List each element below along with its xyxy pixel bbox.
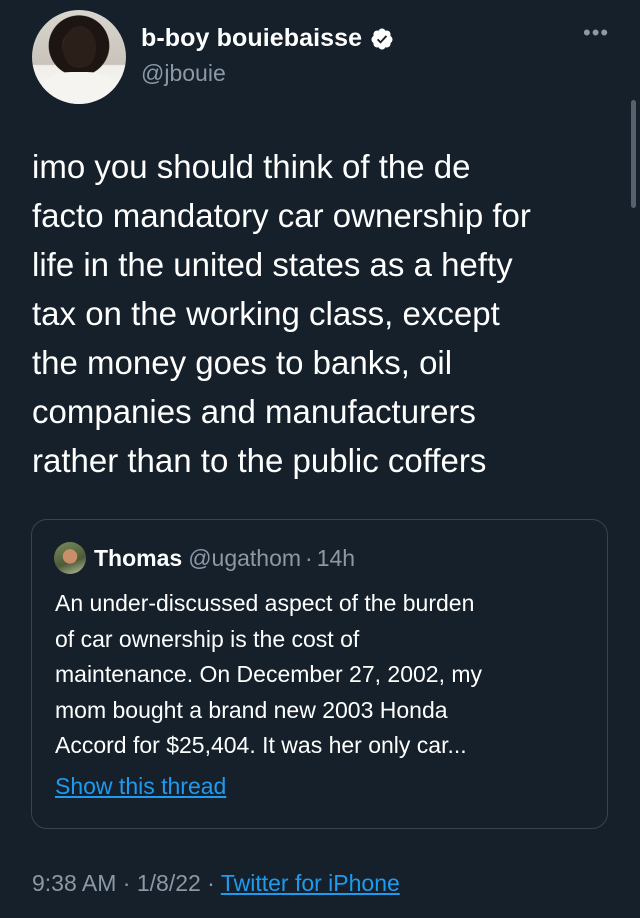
quoted-text-line: Accord for $25,404. It was her only car.… (55, 732, 467, 758)
quoted-text-line: An under-discussed aspect of the burden (55, 590, 475, 616)
author-handle[interactable]: @jbouie (141, 60, 226, 87)
author-avatar[interactable] (32, 10, 126, 104)
tweet-text-line: tax on the working class, except (32, 295, 500, 332)
tweet-text-line: imo you should think of the de (32, 148, 471, 185)
quoted-text-line: of car ownership is the cost of (55, 625, 360, 652)
quoted-author-name: Thomas (94, 544, 183, 571)
tweet-text-line: the money goes to banks, oil (32, 344, 453, 381)
verified-badge-icon (370, 27, 394, 51)
quoted-tweet-card[interactable]: Thomas @ugathom · 14h An under-discussed… (31, 519, 608, 829)
tweet-time: 9:38 AM (32, 870, 117, 896)
separator-dot: · (200, 870, 221, 896)
tweet-text-line: companies and manufacturers (32, 393, 476, 430)
quoted-author-handle: @ugathom (188, 544, 302, 571)
author-name-row: b-boy bouiebaisse (141, 24, 394, 53)
quoted-text-line: mom bought a brand new 2003 Honda (55, 696, 448, 723)
quoted-tweet-text: An under-discussed aspect of the burden … (55, 586, 595, 764)
separator-dot: · (305, 544, 313, 571)
quoted-text-line: maintenance. On December 27, 2002, my (55, 661, 483, 687)
tweet-detail: b-boy bouiebaisse @jbouie ••• imo you sh… (0, 0, 640, 918)
author-display-name[interactable]: b-boy bouiebaisse (141, 24, 362, 53)
separator-dot: · (116, 870, 137, 896)
show-thread-link[interactable]: Show this thread (55, 773, 226, 800)
tweet-text: imo you should think of the de facto man… (32, 142, 632, 485)
avatar-face (63, 26, 96, 68)
tweet-text-line: life in the united states as a hefty (32, 246, 513, 283)
more-options-icon[interactable]: ••• (583, 22, 609, 44)
avatar-shirt (42, 72, 116, 104)
tweet-metadata: 9:38 AM · 1/8/22 · Twitter for iPhone (32, 870, 400, 897)
tweet-text-line: facto mandatory car ownership for (32, 197, 531, 234)
quoted-tweet-time: 14h (316, 544, 356, 571)
tweet-source-link[interactable]: Twitter for iPhone (221, 870, 400, 896)
tweet-text-line: rather than to the public coffers (32, 442, 487, 479)
quoted-author-avatar (54, 542, 86, 574)
tweet-date: 1/8/22 (136, 870, 201, 896)
quoted-tweet-header: Thomas @ugathom · 14h (54, 542, 355, 574)
